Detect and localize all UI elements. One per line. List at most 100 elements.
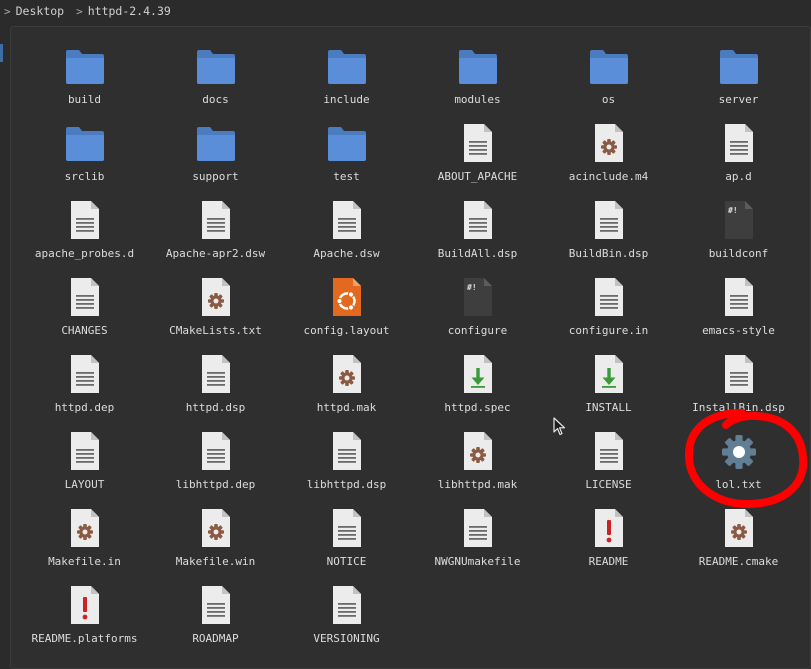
file-item[interactable]: INSTALL: [543, 343, 674, 419]
file-name-label: CMakeLists.txt: [169, 324, 262, 337]
file-name-label: ap.d: [725, 170, 752, 183]
file-name-label: VERSIONING: [313, 632, 380, 645]
file-name-label: README.platforms: [31, 632, 138, 645]
file-item[interactable]: NOTICE: [281, 497, 412, 573]
file-item[interactable]: libhttpd.dsp: [281, 420, 412, 496]
file-name-label: CHANGES: [61, 324, 108, 337]
file-item[interactable]: configure.in: [543, 266, 674, 342]
file-item[interactable]: BuildBin.dsp: [543, 189, 674, 265]
file-grid-panel: build docs include modules os server srclib sup…: [10, 26, 811, 669]
file-name-label: libhttpd.dsp: [306, 478, 387, 491]
file-item[interactable]: support: [150, 112, 281, 188]
file-name-label: httpd.dsp: [185, 401, 246, 414]
file-item[interactable]: Makefile.win: [150, 497, 281, 573]
breadcrumb-label: httpd-2.4.39: [87, 4, 171, 18]
file-item[interactable]: apache_probes.d: [19, 189, 150, 265]
file-name-label: Makefile.in: [48, 555, 121, 568]
folder-icon: [457, 45, 499, 87]
file-name-label: LAYOUT: [64, 478, 105, 491]
folder-icon: [195, 45, 237, 87]
chevron-right-icon: >: [76, 4, 83, 18]
file-name-label: build: [67, 93, 102, 106]
file-item[interactable]: srclib: [19, 112, 150, 188]
text-file-icon: [326, 199, 368, 241]
file-item[interactable]: acinclude.m4: [543, 112, 674, 188]
file-name-label: Makefile.win: [175, 555, 256, 568]
file-item[interactable]: httpd.dsp: [150, 343, 281, 419]
sidebar-edge: [0, 44, 3, 62]
folder-icon: [588, 45, 630, 87]
text-file-icon: [718, 276, 760, 318]
file-name-label: httpd.dep: [54, 401, 115, 414]
file-item[interactable]: #! configure: [412, 266, 543, 342]
script-file-icon: #!: [718, 199, 760, 241]
file-item[interactable]: build: [19, 35, 150, 111]
file-item[interactable]: httpd.mak: [281, 343, 412, 419]
file-item[interactable]: docs: [150, 35, 281, 111]
install-file-icon: [457, 353, 499, 395]
file-item[interactable]: server: [673, 35, 804, 111]
file-item[interactable]: README: [543, 497, 674, 573]
file-item[interactable]: VERSIONING: [281, 574, 412, 650]
breadcrumb-item-desktop[interactable]: > Desktop: [0, 4, 64, 18]
mouse-cursor-icon: [553, 417, 566, 436]
file-item[interactable]: Makefile.in: [19, 497, 150, 573]
gear-file-icon: [457, 430, 499, 472]
file-item[interactable]: LAYOUT: [19, 420, 150, 496]
gear-file-icon: [718, 507, 760, 549]
file-item[interactable]: ap.d: [673, 112, 804, 188]
text-file-icon: [64, 430, 106, 472]
file-name-label: buildconf: [708, 247, 769, 260]
text-file-icon: [326, 507, 368, 549]
file-name-label: lol.txt: [715, 478, 762, 491]
text-file-icon: [195, 199, 237, 241]
file-item[interactable]: lol.txt: [673, 420, 804, 496]
file-name-label: server: [718, 93, 759, 106]
file-item[interactable]: ROADMAP: [150, 574, 281, 650]
file-item[interactable]: test: [281, 112, 412, 188]
text-file-icon: [588, 276, 630, 318]
file-name-label: httpd.spec: [444, 401, 511, 414]
file-item[interactable]: modules: [412, 35, 543, 111]
file-name-label: Apache.dsw: [313, 247, 380, 260]
file-name-label: test: [333, 170, 360, 183]
file-item[interactable]: #! buildconf: [673, 189, 804, 265]
file-item[interactable]: Apache-apr2.dsw: [150, 189, 281, 265]
file-name-label: NWGNUmakefile: [434, 555, 521, 568]
breadcrumb-label: Desktop: [15, 4, 65, 18]
file-item[interactable]: ABOUT_APACHE: [412, 112, 543, 188]
file-item[interactable]: config.layout: [281, 266, 412, 342]
file-item[interactable]: libhttpd.mak: [412, 420, 543, 496]
file-name-label: support: [192, 170, 239, 183]
text-file-icon: [195, 430, 237, 472]
file-name-label: BuildBin.dsp: [568, 247, 649, 260]
file-item[interactable]: InstallBin.dsp: [673, 343, 804, 419]
text-file-icon: [457, 199, 499, 241]
gear-file-icon: [195, 276, 237, 318]
file-item[interactable]: libhttpd.dep: [150, 420, 281, 496]
file-item[interactable]: README.cmake: [673, 497, 804, 573]
file-item[interactable]: httpd.spec: [412, 343, 543, 419]
folder-icon: [64, 122, 106, 164]
file-name-label: ROADMAP: [192, 632, 239, 645]
file-item[interactable]: httpd.dep: [19, 343, 150, 419]
file-item[interactable]: emacs-style: [673, 266, 804, 342]
breadcrumb: > Desktop > httpd-2.4.39: [0, 0, 811, 22]
file-item[interactable]: CHANGES: [19, 266, 150, 342]
breadcrumb-item-current-folder[interactable]: > httpd-2.4.39: [64, 4, 171, 18]
svg-text:#!: #!: [467, 283, 477, 292]
file-item[interactable]: os: [543, 35, 674, 111]
script-file-icon: #!: [457, 276, 499, 318]
file-name-label: configure: [447, 324, 508, 337]
text-file-icon: [326, 584, 368, 626]
file-item[interactable]: include: [281, 35, 412, 111]
gear-big-icon: [718, 430, 760, 472]
file-item[interactable]: README.platforms: [19, 574, 150, 650]
file-item[interactable]: NWGNUmakefile: [412, 497, 543, 573]
text-file-icon: [195, 584, 237, 626]
text-file-icon: [718, 353, 760, 395]
file-item[interactable]: BuildAll.dsp: [412, 189, 543, 265]
file-item[interactable]: CMakeLists.txt: [150, 266, 281, 342]
alert-file-icon: [588, 507, 630, 549]
file-item[interactable]: Apache.dsw: [281, 189, 412, 265]
